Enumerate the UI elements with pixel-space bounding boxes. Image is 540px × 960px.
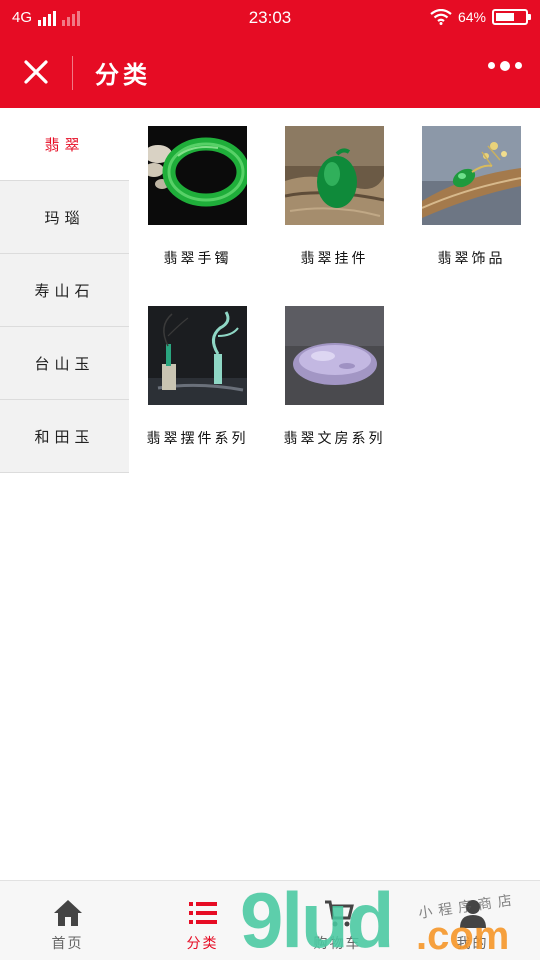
subcategory-label: 翡翠手镯 [163, 251, 232, 267]
title-bar: 分类 [0, 36, 540, 108]
bottom-tab-bar: 首页 分类 购物车 我的 [0, 880, 540, 960]
sidebar-item-shoushanshi[interactable]: 寿山石 [0, 254, 129, 327]
subcategory-label: 翡翠文房系列 [283, 431, 386, 447]
battery-icon [492, 9, 531, 25]
more-dots-icon [488, 62, 495, 69]
sidebar-item-label: 玛瑙 [44, 208, 85, 227]
list-icon [189, 902, 217, 924]
subcategory-label: 翡翠挂件 [300, 251, 369, 267]
sidebar-item-feicui[interactable]: 翡翠 [0, 108, 129, 181]
close-icon [24, 60, 48, 84]
subcategory-label: 翡翠饰品 [437, 251, 506, 267]
tab-label: 我的 [456, 936, 489, 952]
tab-cart[interactable]: 购物车 [270, 881, 405, 960]
jade-brooch-image [422, 126, 521, 225]
sidebar-item-label: 翡翠 [44, 135, 85, 154]
sidebar-item-label: 和田玉 [34, 427, 95, 446]
sidebar-item-taishanyu[interactable]: 台山玉 [0, 327, 129, 400]
close-button[interactable] [18, 54, 54, 90]
status-right: 64% [430, 9, 531, 25]
home-icon [54, 900, 82, 926]
tab-label: 分类 [186, 936, 219, 952]
tab-me[interactable]: 我的 [405, 881, 540, 960]
sidebar-item-manao[interactable]: 玛瑙 [0, 181, 129, 254]
subcategory-label: 翡翠摆件系列 [146, 431, 249, 447]
green-jade-bangle-image [148, 126, 247, 225]
cart-icon [325, 900, 354, 927]
lavender-jade-image [285, 306, 384, 405]
subcategory-card[interactable]: 翡翠饰品 [403, 108, 540, 288]
tab-category[interactable]: 分类 [135, 881, 270, 960]
title-divider [72, 56, 73, 90]
tab-label: 首页 [51, 936, 84, 952]
sidebar-item-hetianyu[interactable]: 和田玉 [0, 400, 129, 473]
jade-figurine-image [148, 306, 247, 405]
subcategory-card[interactable]: 翡翠摆件系列 [129, 288, 266, 468]
battery-percent: 64% [457, 9, 486, 25]
battery-level [496, 13, 514, 21]
wifi-icon [430, 9, 452, 25]
subcategory-card[interactable]: 翡翠手镯 [129, 108, 266, 288]
category-sidebar: 翡翠 玛瑙 寿山石 台山玉 和田玉 [0, 108, 129, 473]
status-bar: 4G 23:03 64% [0, 0, 540, 36]
subcategory-card[interactable]: 翡翠文房系列 [266, 288, 403, 468]
sidebar-item-label: 台山玉 [34, 354, 95, 373]
sidebar-item-label: 寿山石 [34, 281, 95, 300]
user-icon [460, 900, 486, 928]
jade-pendant-image [285, 126, 384, 225]
tab-home[interactable]: 首页 [0, 881, 135, 960]
tab-label: 购物车 [313, 936, 362, 952]
more-menu-button[interactable] [488, 60, 522, 71]
subcategory-card[interactable]: 翡翠挂件 [266, 108, 403, 288]
app-header: 4G 23:03 64% 分类 [0, 0, 540, 108]
page-title: 分类 [95, 60, 151, 89]
